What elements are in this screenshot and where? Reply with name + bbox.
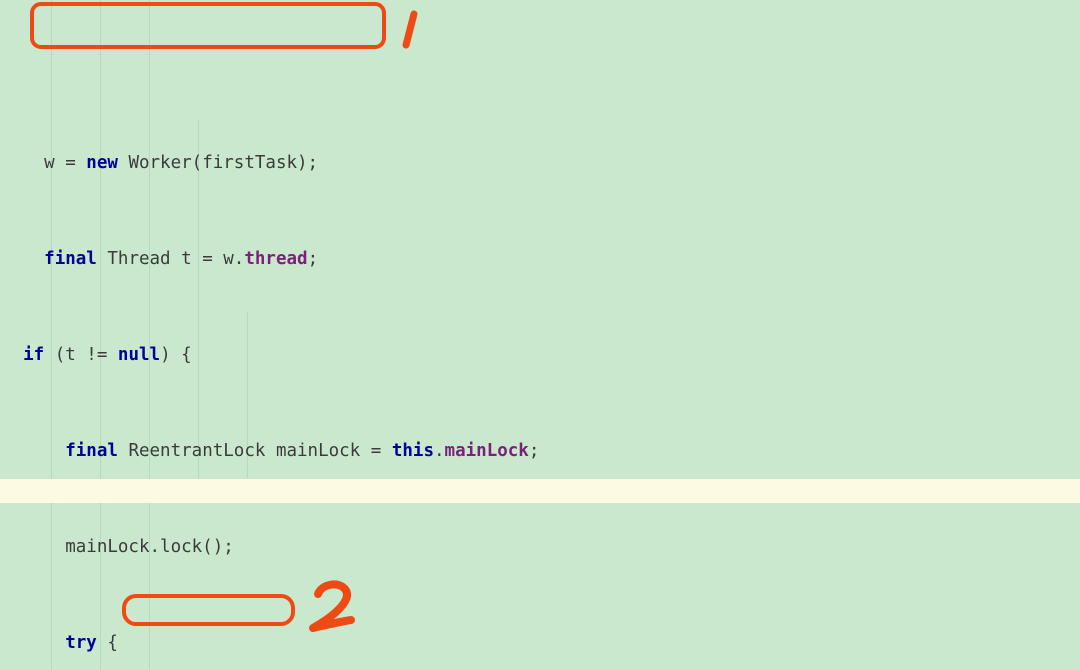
code-line-2[interactable]: final Thread t = w.thread; — [0, 247, 1080, 271]
annotation-label-2: 2 — [310, 586, 311, 587]
code-line-prev-partial[interactable] — [0, 55, 1080, 79]
code-editor-screenshot: w = new Worker(firstTask); final Thread … — [0, 0, 1080, 670]
code-text-area[interactable]: w = new Worker(firstTask); final Thread … — [0, 0, 1080, 670]
code-line-5[interactable]: mainLock.lock(); — [0, 535, 1080, 559]
annotation-box-2 — [122, 594, 295, 626]
code-line-6[interactable]: try { — [0, 631, 1080, 655]
code-line-4[interactable]: final ReentrantLock mainLock = this.main… — [0, 439, 1080, 463]
code-line-3[interactable]: if (t != null) { — [0, 343, 1080, 367]
annotation-label-1: 1 — [404, 4, 405, 5]
code-line-1[interactable]: w = new Worker(firstTask); — [0, 151, 1080, 175]
annotation-box-1 — [30, 2, 386, 49]
